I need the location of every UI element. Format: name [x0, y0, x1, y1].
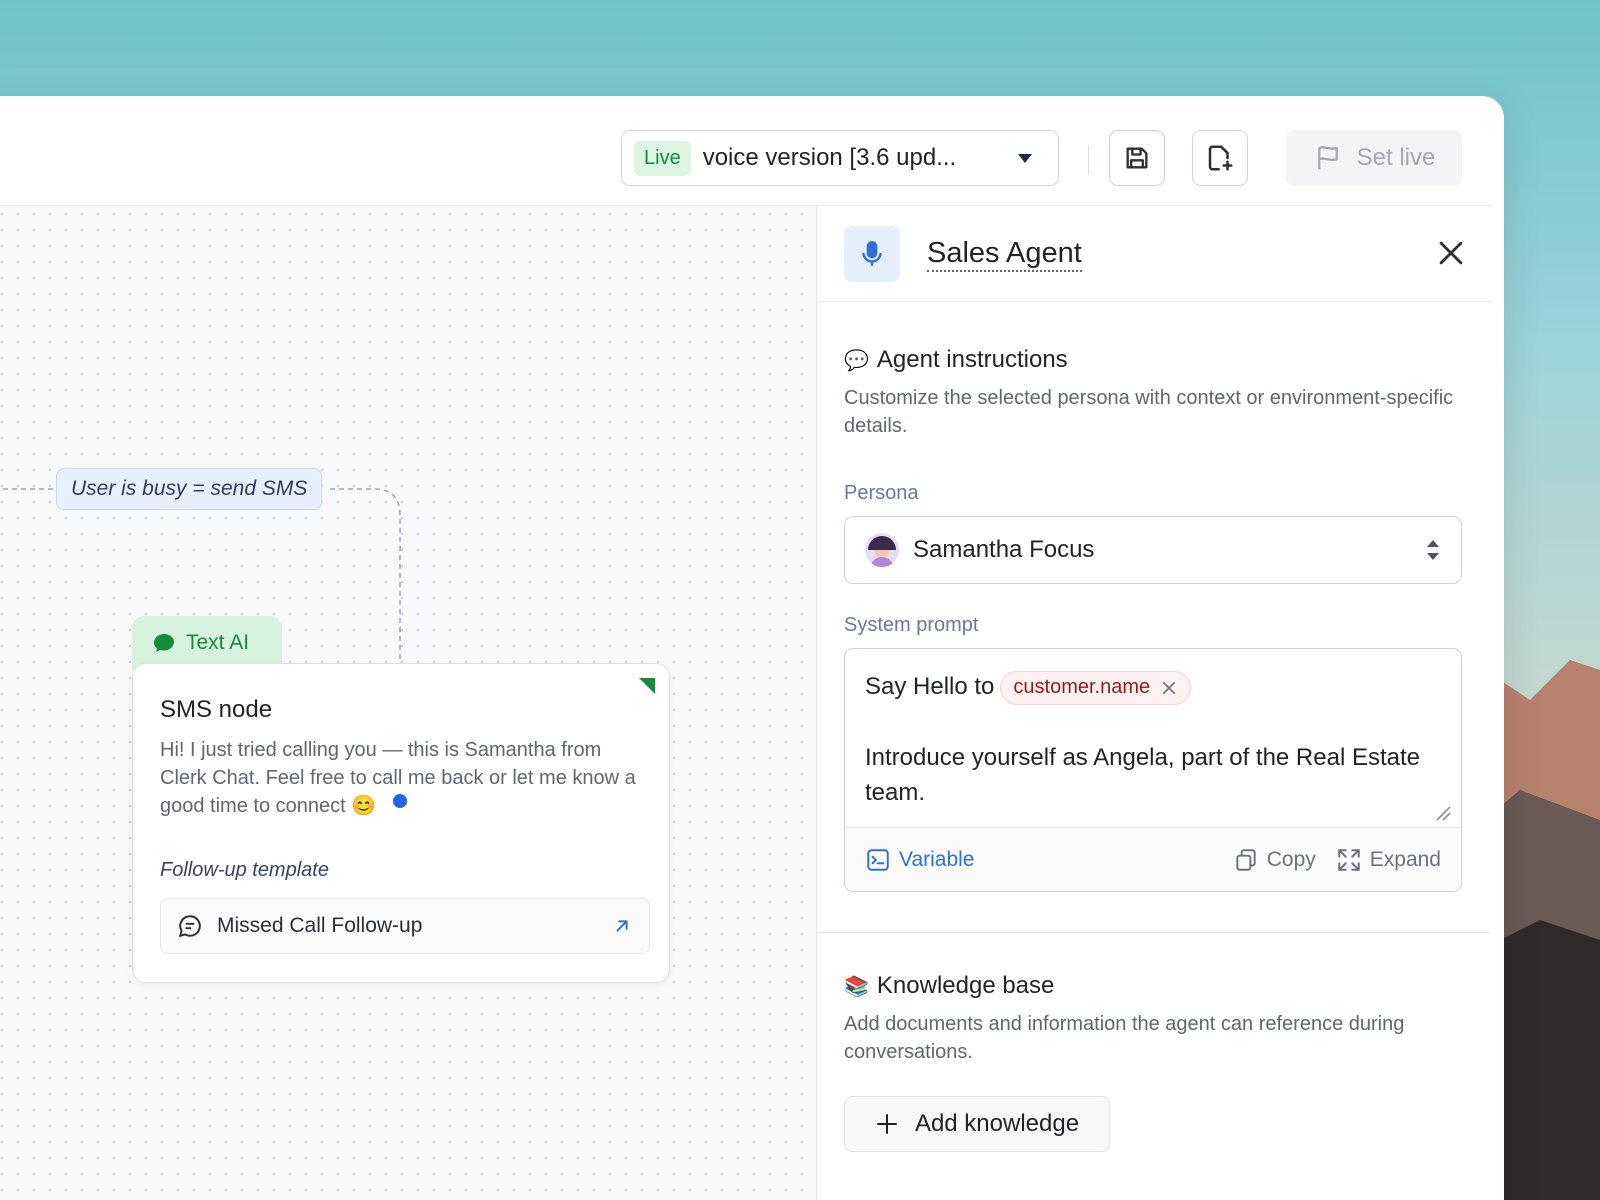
follow-up-template-link[interactable]: Missed Call Follow-up	[160, 898, 650, 954]
section-title: Knowledge base	[876, 972, 1055, 999]
caret-down-icon	[1018, 153, 1032, 163]
template-name: Missed Call Follow-up	[217, 914, 423, 937]
live-badge: Live	[634, 140, 691, 176]
top-toolbar: Live voice version [3.6 upd... Set live	[0, 110, 1490, 206]
system-prompt-label: System prompt	[844, 614, 979, 636]
prompt-prefix: Say Hello to	[865, 673, 995, 700]
sms-node-card[interactable]: SMS node Hi! I just tried calling you — …	[132, 663, 670, 983]
variable-chip[interactable]: customer.name	[1000, 670, 1192, 705]
set-live-button[interactable]: Set live	[1286, 130, 1462, 186]
chat-bubble-icon	[154, 634, 174, 652]
persona-value: Samantha Focus	[913, 536, 1095, 563]
toolbar-divider	[1088, 146, 1089, 174]
system-prompt-editor[interactable]: Say Hello to customer.name Introduce your…	[844, 648, 1462, 892]
flow-canvas[interactable]: User is busy = send SMS Text AI SMS node…	[0, 206, 817, 1200]
close-icon[interactable]	[1434, 236, 1468, 270]
version-label: voice version [3.6 upd...	[702, 144, 957, 171]
version-select[interactable]: Live voice version [3.6 upd...	[621, 130, 1059, 186]
remove-variable-icon[interactable]	[1160, 679, 1178, 697]
variable-chip-label: customer.name	[1013, 676, 1151, 699]
books-icon: 📚	[844, 975, 869, 998]
agent-instructions-description: Customize the selected persona with cont…	[844, 387, 1454, 437]
edge-condition-label[interactable]: User is busy = send SMS	[56, 468, 323, 510]
save-button[interactable]	[1109, 130, 1165, 186]
section-title: Agent instructions	[876, 346, 1068, 373]
node-title: SMS node	[160, 696, 273, 723]
flag-icon	[1317, 146, 1338, 170]
knowledge-base-description: Add documents and information the agent …	[844, 1013, 1405, 1063]
app-window: Live voice version [3.6 upd... Set live	[0, 96, 1504, 1200]
microphone-icon-box	[844, 226, 900, 282]
variable-button[interactable]: Variable	[865, 847, 975, 873]
arrow-up-right-icon	[616, 920, 628, 932]
system-prompt-text[interactable]: Say Hello to customer.name Introduce your…	[865, 669, 1435, 810]
expand-icon	[1338, 848, 1360, 871]
prompt-toolbar: Variable Copy Expand	[845, 827, 1461, 891]
agent-name[interactable]: Sales Agent	[927, 236, 1082, 272]
sort-arrows-icon	[1427, 540, 1439, 560]
add-knowledge-label: Add knowledge	[914, 1110, 1080, 1137]
expand-label: Expand	[1369, 847, 1441, 871]
section-divider	[818, 932, 1490, 933]
copy-icon	[1236, 848, 1256, 871]
set-live-label: Set live	[1356, 144, 1436, 171]
copy-button[interactable]: Copy	[1233, 847, 1316, 873]
panel-header: Sales Agent	[818, 206, 1490, 302]
persona-label: Persona	[844, 482, 919, 504]
copy-label: Copy	[1266, 847, 1316, 871]
add-knowledge-button[interactable]: Add knowledge	[844, 1096, 1110, 1152]
terminal-icon	[867, 848, 889, 871]
microphone-icon	[862, 241, 882, 266]
resize-handle-icon[interactable]	[1433, 803, 1451, 821]
expand-button[interactable]: Expand	[1336, 847, 1441, 873]
plus-icon	[876, 1114, 897, 1134]
save-icon	[1126, 147, 1148, 169]
node-message: Hi! I just tried calling you — this is S…	[160, 739, 636, 817]
node-type-label: Text AI	[186, 631, 250, 654]
prompt-line-2: Introduce yourself as Angela, part of th…	[865, 743, 1420, 806]
connection-handle[interactable]	[393, 794, 407, 808]
persona-select[interactable]: Samantha Focus	[844, 516, 1462, 584]
node-type-tab: Text AI	[132, 616, 282, 670]
persona-avatar	[865, 533, 899, 567]
speech-bubble-icon: 💬	[844, 349, 869, 372]
corner-marker-icon	[639, 678, 655, 694]
new-page-button[interactable]	[1192, 130, 1248, 186]
variable-label: Variable	[899, 847, 975, 871]
edge-connector	[0, 488, 401, 663]
message-icon	[178, 915, 201, 938]
agent-instructions-heading: 💬 Agent instructions	[844, 346, 1068, 374]
new-page-icon	[1208, 145, 1233, 171]
follow-up-label: Follow-up template	[160, 859, 329, 881]
knowledge-base-heading: 📚 Knowledge base	[844, 972, 1054, 1000]
agent-side-panel: Sales Agent 💬 Agent instructions Customi…	[818, 206, 1490, 1200]
